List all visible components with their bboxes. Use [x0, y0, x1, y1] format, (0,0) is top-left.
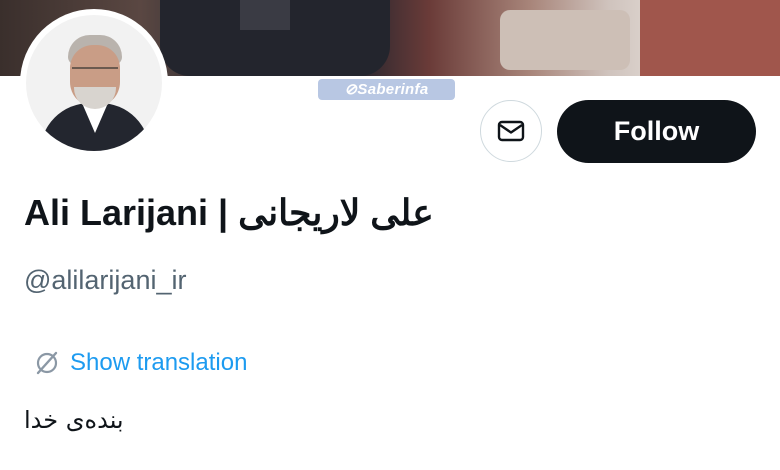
translate-icon: [34, 350, 60, 376]
follow-button[interactable]: Follow: [557, 100, 756, 163]
avatar-photo: [26, 15, 162, 151]
avatar[interactable]: [20, 9, 168, 157]
display-name: Ali Larijani | علی لاریجانی: [24, 192, 434, 233]
show-translation-label[interactable]: Show translation: [70, 347, 247, 379]
profile-bio: بنده‌ی خدا: [24, 406, 124, 434]
message-button[interactable]: [480, 100, 542, 162]
banner-wall: [640, 0, 780, 76]
banner-chair: [500, 10, 630, 70]
show-translation-link[interactable]: Show translation: [34, 347, 247, 379]
watermark-label: ⊘Saberinfa: [318, 79, 455, 100]
user-handle: @alilarijani_ir: [24, 265, 187, 295]
avatar-glasses: [72, 67, 118, 77]
banner-person-detail: [240, 0, 290, 30]
envelope-icon: [497, 120, 525, 142]
profile-page: ⊘Saberinfa Follow Ali Larijani | علی لار…: [0, 0, 780, 470]
